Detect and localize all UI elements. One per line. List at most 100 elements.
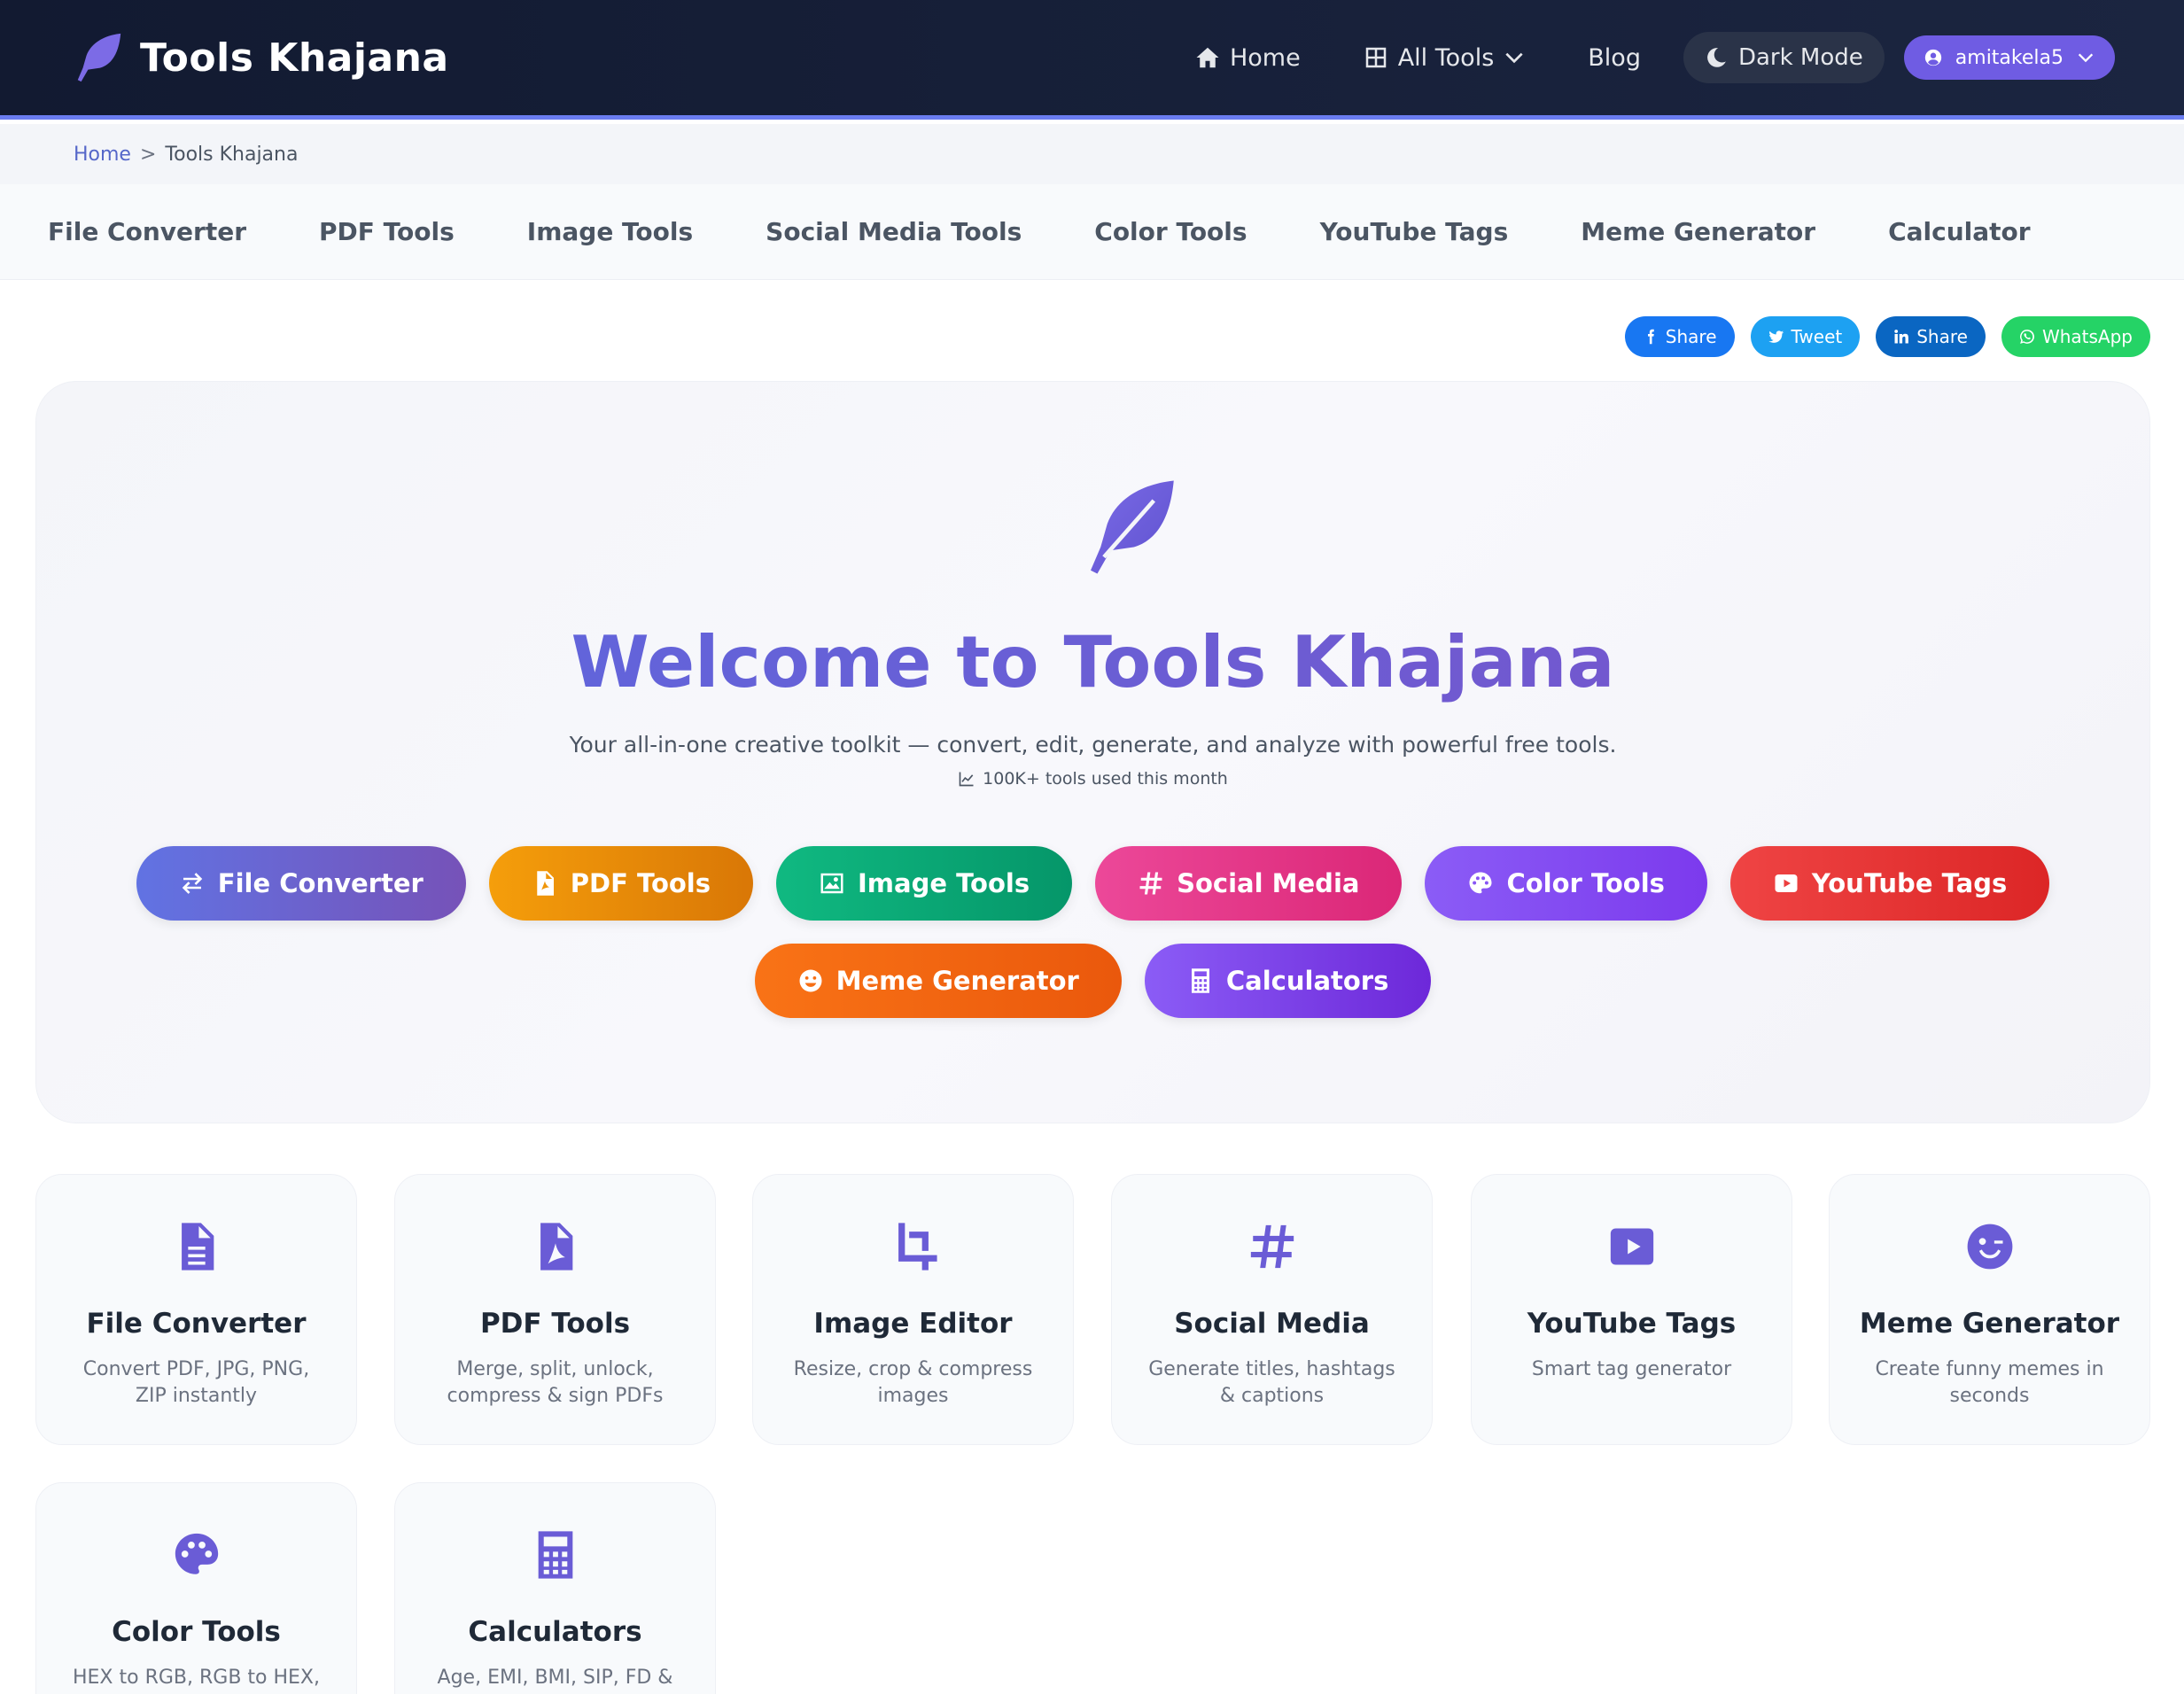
brand-name: Tools Khajana xyxy=(140,35,449,81)
user-name: amitakela5 xyxy=(1955,46,2064,69)
hero-color-tools-label: Color Tools xyxy=(1506,868,1665,898)
hero-subtitle: Your all-in-one creative toolkit — conve… xyxy=(569,732,1617,758)
wink-icon xyxy=(1967,1224,2012,1270)
user-menu-button[interactable]: amitakela5 xyxy=(1903,35,2115,80)
card-youtube-tags[interactable]: YouTube Tags Smart tag generator xyxy=(1471,1174,1792,1445)
nav-all-tools-label: All Tools xyxy=(1397,43,1495,72)
usage-stat: 100K+ tools used this month xyxy=(36,769,2149,789)
hero-file-converter-button[interactable]: File Converter xyxy=(136,846,466,921)
card-file-converter[interactable]: File Converter Convert PDF, JPG, PNG, ZI… xyxy=(35,1174,357,1445)
chevron-down-icon xyxy=(2078,53,2094,63)
linkedin-icon xyxy=(1894,330,1909,344)
hero-pdf-tools-button[interactable]: PDF Tools xyxy=(488,846,754,921)
dark-mode-label: Dark Mode xyxy=(1737,44,1863,71)
card-calculators[interactable]: Calculators Age, EMI, BMI, SIP, FD & xyxy=(394,1482,716,1694)
card-title: File Converter xyxy=(86,1308,307,1340)
card-title: Image Editor xyxy=(813,1308,1013,1340)
hero-section: Welcome to Tools Khajana Your all-in-one… xyxy=(35,381,2150,1123)
dark-mode-toggle[interactable]: Dark Mode xyxy=(1683,32,1885,83)
category-meme-generator[interactable]: Meme Generator xyxy=(1581,217,1815,246)
card-title: Social Media xyxy=(1174,1308,1370,1340)
share-buttons: Share Tweet Share WhatsApp xyxy=(1609,316,2150,357)
hero-meme-generator-label: Meme Generator xyxy=(836,966,1079,996)
hero-color-tools-button[interactable]: Color Tools xyxy=(1425,846,1707,921)
linkedin-share-label: Share xyxy=(1916,326,1968,347)
smile-icon xyxy=(799,969,822,992)
card-title: YouTube Tags xyxy=(1527,1308,1737,1340)
card-title: Meme Generator xyxy=(1859,1308,2120,1340)
brand-logo[interactable]: Tools Khajana xyxy=(71,30,449,85)
facebook-share-label: Share xyxy=(1665,326,1717,347)
file-pdf-icon xyxy=(537,871,554,896)
calculator-icon xyxy=(538,1531,572,1579)
category-social-media-tools[interactable]: Social Media Tools xyxy=(766,217,1022,246)
breadcrumb-separator: > xyxy=(139,143,157,166)
palette-icon xyxy=(175,1533,218,1574)
whatsapp-icon xyxy=(2020,330,2034,344)
card-color-tools[interactable]: Color Tools HEX to RGB, RGB to HEX, xyxy=(35,1482,357,1694)
file-icon xyxy=(181,1223,214,1270)
card-title: Calculators xyxy=(468,1616,642,1648)
hero-meme-generator-button[interactable]: Meme Generator xyxy=(754,944,1122,1018)
card-description: HEX to RGB, RGB to HEX, xyxy=(72,1667,320,1689)
whatsapp-share-label: WhatsApp xyxy=(2041,326,2133,347)
chevron-down-icon xyxy=(1505,52,1523,64)
card-description: Merge, split, unlock, compress & sign PD… xyxy=(447,1358,664,1407)
card-description: Smart tag generator xyxy=(1531,1358,1732,1380)
hero-file-converter-label: File Converter xyxy=(217,868,424,898)
card-meme-generator[interactable]: Meme Generator Create funny memes in sec… xyxy=(1829,1174,2150,1445)
twitter-icon xyxy=(1768,330,1784,343)
card-description: Age, EMI, BMI, SIP, FD & xyxy=(437,1667,673,1689)
nav-blog-label: Blog xyxy=(1588,43,1641,72)
card-pdf-tools[interactable]: PDF Tools Merge, split, unlock, compress… xyxy=(394,1174,716,1445)
hero-image-tools-label: Image Tools xyxy=(858,868,1030,898)
card-image-editor[interactable]: Image Editor Resize, crop & compress ima… xyxy=(752,1174,1074,1445)
hero-calculators-label: Calculators xyxy=(1225,966,1389,996)
breadcrumb-home-link[interactable]: Home xyxy=(74,144,131,166)
feather-icon xyxy=(77,33,121,82)
card-description: Resize, crop & compress images xyxy=(793,1358,1033,1407)
whatsapp-share-button[interactable]: WhatsApp xyxy=(2001,316,2150,357)
category-image-tools[interactable]: Image Tools xyxy=(527,217,693,246)
hero-button-row-2: Meme Generator Calculators xyxy=(36,944,2149,1018)
hero-image-tools-button[interactable]: Image Tools xyxy=(776,846,1073,921)
category-color-tools[interactable]: Color Tools xyxy=(1094,217,1247,246)
card-title: Color Tools xyxy=(112,1616,281,1648)
nav-blog[interactable]: Blog xyxy=(1588,44,1641,72)
hero-title: Welcome to Tools Khajana xyxy=(36,621,2149,703)
hashtag-icon xyxy=(1250,1224,1294,1269)
card-social-media[interactable]: Social Media Generate titles, hashtags &… xyxy=(1111,1174,1433,1445)
crop-icon xyxy=(898,1223,937,1270)
facebook-icon xyxy=(1647,329,1654,345)
facebook-share-button[interactable]: Share xyxy=(1624,316,1735,357)
card-description: Create funny memes in seconds xyxy=(1875,1358,2104,1407)
category-file-converter[interactable]: File Converter xyxy=(48,217,246,246)
usage-stat-text: 100K+ tools used this month xyxy=(983,769,1228,789)
calculator-icon xyxy=(1191,968,1209,993)
breadcrumb: Home > Tools Khajana xyxy=(0,124,2184,184)
category-calculator[interactable]: Calculator xyxy=(1888,217,2031,246)
nav-all-tools[interactable]: All Tools xyxy=(1363,44,1527,72)
hero-social-media-label: Social Media xyxy=(1177,868,1360,898)
category-pdf-tools[interactable]: PDF Tools xyxy=(319,217,455,246)
hero-calculators-button[interactable]: Calculators xyxy=(1144,944,1432,1018)
hero-pdf-tools-label: PDF Tools xyxy=(570,868,711,898)
home-icon xyxy=(1196,47,1219,68)
category-tab-bar: File Converter PDF Tools Image Tools Soc… xyxy=(0,184,2184,280)
line-chart-icon xyxy=(959,772,974,787)
hashtag-icon xyxy=(1139,872,1162,895)
grid-icon xyxy=(1365,47,1386,68)
linkedin-share-button[interactable]: Share xyxy=(1876,316,1986,357)
moon-icon xyxy=(1707,48,1726,67)
hero-social-media-button[interactable]: Social Media xyxy=(1095,846,1403,921)
hero-youtube-tags-label: YouTube Tags xyxy=(1811,868,2008,898)
nav-home-label: Home xyxy=(1229,43,1301,72)
palette-icon xyxy=(1469,872,1492,894)
twitter-share-button[interactable]: Tweet xyxy=(1750,316,1861,357)
nav-home[interactable]: Home xyxy=(1194,44,1301,72)
youtube-icon xyxy=(1610,1228,1653,1265)
hero-youtube-tags-button[interactable]: YouTube Tags xyxy=(1729,846,2050,921)
card-description: Convert PDF, JPG, PNG, ZIP instantly xyxy=(82,1358,310,1407)
category-youtube-tags[interactable]: YouTube Tags xyxy=(1320,217,1509,246)
card-description: Generate titles, hashtags & captions xyxy=(1148,1358,1395,1407)
